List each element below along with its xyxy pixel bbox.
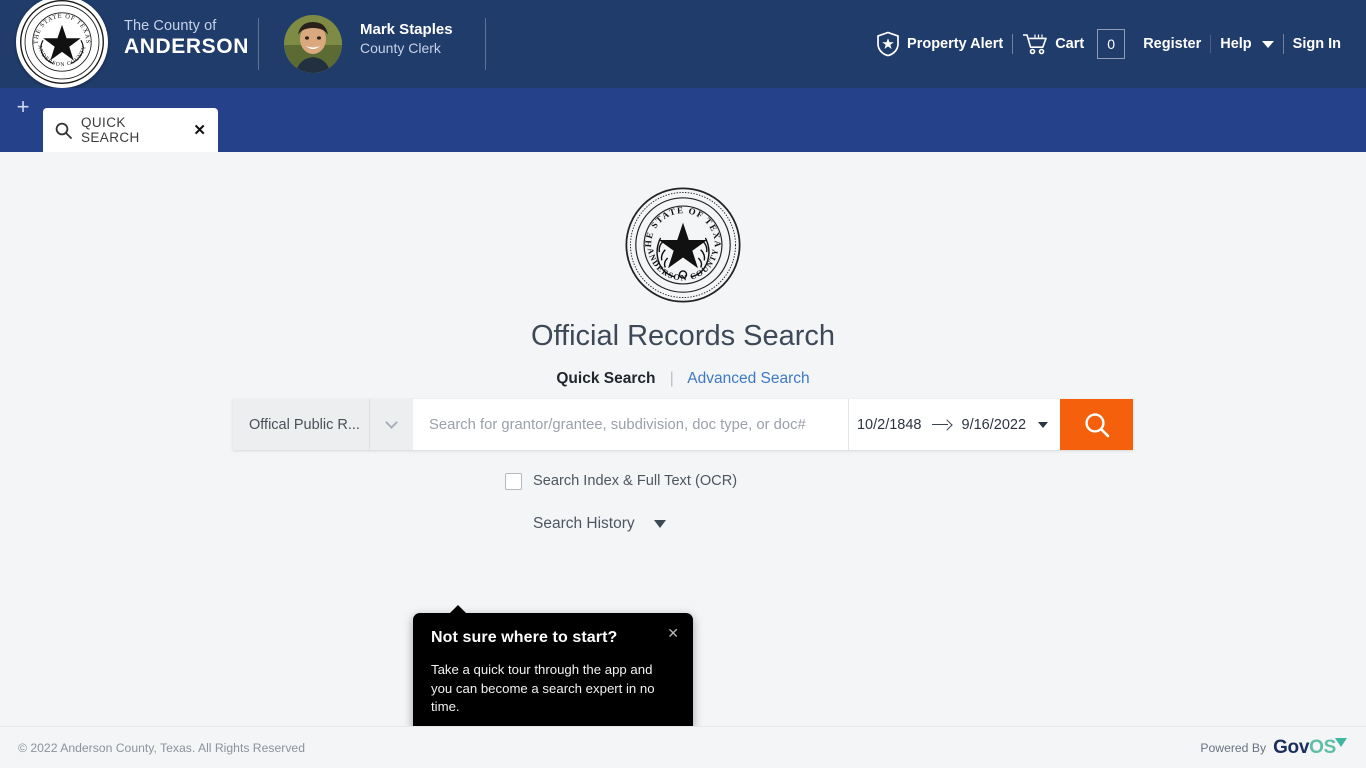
county-identity: The County of ANDERSON [124,18,249,60]
chevron-down-icon [1261,40,1274,48]
county-name-label: ANDERSON [124,35,249,59]
option-ocr-row[interactable]: Search Index & Full Text (OCR) [505,470,737,492]
property-alert-button[interactable]: Property Alert [867,31,1012,57]
date-to-value: 9/16/2022 [961,416,1027,433]
search-mode-switch: Quick Search | Advanced Search [0,370,1366,388]
county-seal-icon: THE STATE OF TEXAS ANDERSON COUNTY [624,186,741,303]
clerk-name-label: Mark Staples [360,21,453,38]
site-footer: © 2022 Anderson County, Texas. All Right… [0,726,1366,768]
cart-label: Cart [1055,36,1085,52]
close-icon[interactable]: ✕ [667,625,679,642]
tab-quick-search-mode[interactable]: Quick Search [556,370,655,387]
cart-count-badge: 0 [1097,29,1126,59]
sign-in-label: Sign In [1292,36,1341,52]
avatar-photo-icon [284,15,342,73]
new-tab-button[interactable]: + [12,96,34,118]
copyright-text: © 2022 Anderson County, Texas. All Right… [18,740,305,755]
county-prefix-label: The County of [124,18,217,34]
powered-by-label: Powered By [1200,740,1267,755]
cart-button[interactable]: Cart 0 [1013,29,1134,59]
search-options: Search Index & Full Text (OCR) Search Hi… [505,470,737,556]
clerk-identity: Mark Staples County Clerk [360,21,453,57]
govos-logo-part1: Gov [1273,736,1310,758]
tab-advanced-search-mode[interactable]: Advanced Search [687,370,809,387]
shopping-cart-icon [1022,33,1048,55]
search-bar: Offical Public R... 10/2/1848 9/16/2022 [233,399,1133,450]
chevron-down-icon [1038,421,1049,428]
search-icon [1082,410,1112,440]
shield-star-icon [876,31,900,57]
tour-title: Not sure where to start? [431,629,618,646]
record-type-value: Offical Public R... [249,416,360,433]
register-label: Register [1143,36,1202,52]
help-label: Help [1220,36,1252,52]
ocr-checkbox[interactable] [505,472,522,490]
county-seal-badge: THE STATE OF TEXAS ANDERSON COUNTY [16,0,108,88]
header-divider-2 [485,18,486,70]
option-ocr-label: Search Index & Full Text (OCR) [533,473,738,489]
help-menu[interactable]: Help [1211,36,1282,52]
tab-label: QUICK SEARCH [81,115,140,145]
county-seal-icon: THE STATE OF TEXAS ANDERSON COUNTY [20,0,104,84]
tab-quick-search[interactable]: QUICK SEARCH ✕ [43,108,218,152]
search-icon [55,122,72,139]
powered-by-block: Powered By GovOS [1200,737,1348,759]
search-history-label: Search History [533,515,635,532]
govos-logo: GovOS [1273,737,1348,759]
clerk-avatar [284,15,342,73]
govos-chevron-icon [1335,737,1347,747]
govos-logo-part2: OS [1309,736,1336,758]
date-range-picker[interactable]: 10/2/1848 9/16/2022 [848,399,1060,450]
date-from-value: 10/2/1848 [856,416,922,433]
center-county-seal: THE STATE OF TEXAS ANDERSON COUNTY [624,186,742,304]
search-history-toggle[interactable]: Search History [505,513,737,535]
record-type-select[interactable]: Offical Public R... [233,399,413,450]
header-nav: Property Alert Cart 0 Register Help Sign… [867,0,1350,88]
header-nav-divider-2 [1210,35,1212,53]
property-alert-label: Property Alert [907,36,1004,52]
page-title: Official Records Search [530,320,836,352]
tour-body-text: Take a quick tour through the app and yo… [431,662,655,715]
search-button[interactable] [1060,399,1133,450]
register-button[interactable]: Register [1134,36,1210,52]
app-root: THE STATE OF TEXAS ANDERSON COUNTY The C… [0,0,1366,768]
search-input[interactable] [413,399,848,450]
mode-separator: | [669,370,674,387]
main-content: THE STATE OF TEXAS ANDERSON COUNTY Offic… [0,152,1366,768]
select-arrow [369,399,413,450]
chevron-down-icon [385,416,398,429]
clerk-title-label: County Clerk [360,39,441,56]
sign-in-button[interactable]: Sign In [1284,36,1350,52]
chevron-down-icon [653,520,666,528]
header-divider-1 [258,18,259,70]
close-icon[interactable]: ✕ [193,123,206,138]
arrow-right-icon [931,419,952,431]
site-header: THE STATE OF TEXAS ANDERSON COUNTY The C… [0,0,1366,88]
